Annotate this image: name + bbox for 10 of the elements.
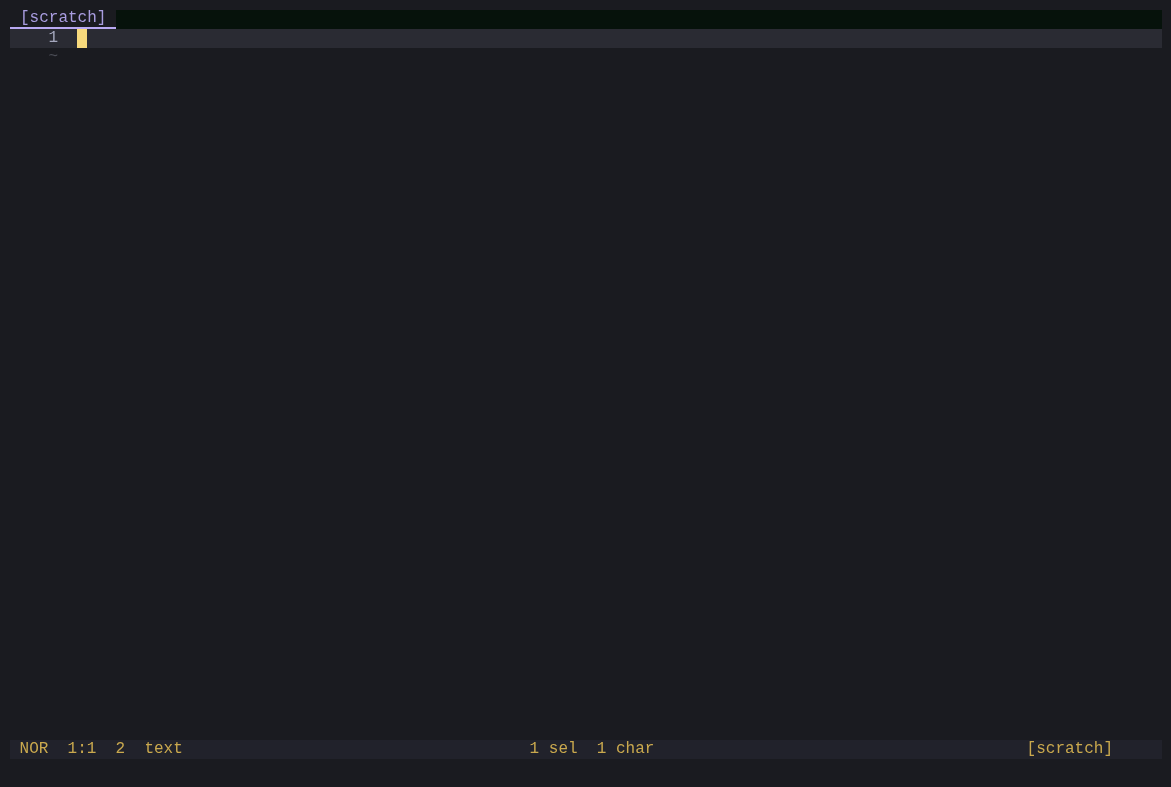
line-number: 1 (48, 29, 58, 48)
status-item: 2 (115, 740, 126, 759)
empty-line-marker: ~ (48, 48, 58, 67)
status-item: 1:1 (67, 740, 97, 759)
status-item: text (144, 740, 183, 759)
status-item: 1 sel (529, 740, 578, 759)
buffer-tab[interactable]: [scratch] (10, 10, 117, 29)
status-item: 1 char (596, 740, 655, 759)
status-item: [scratch] (1026, 740, 1113, 759)
status-item: NOR (19, 740, 49, 759)
